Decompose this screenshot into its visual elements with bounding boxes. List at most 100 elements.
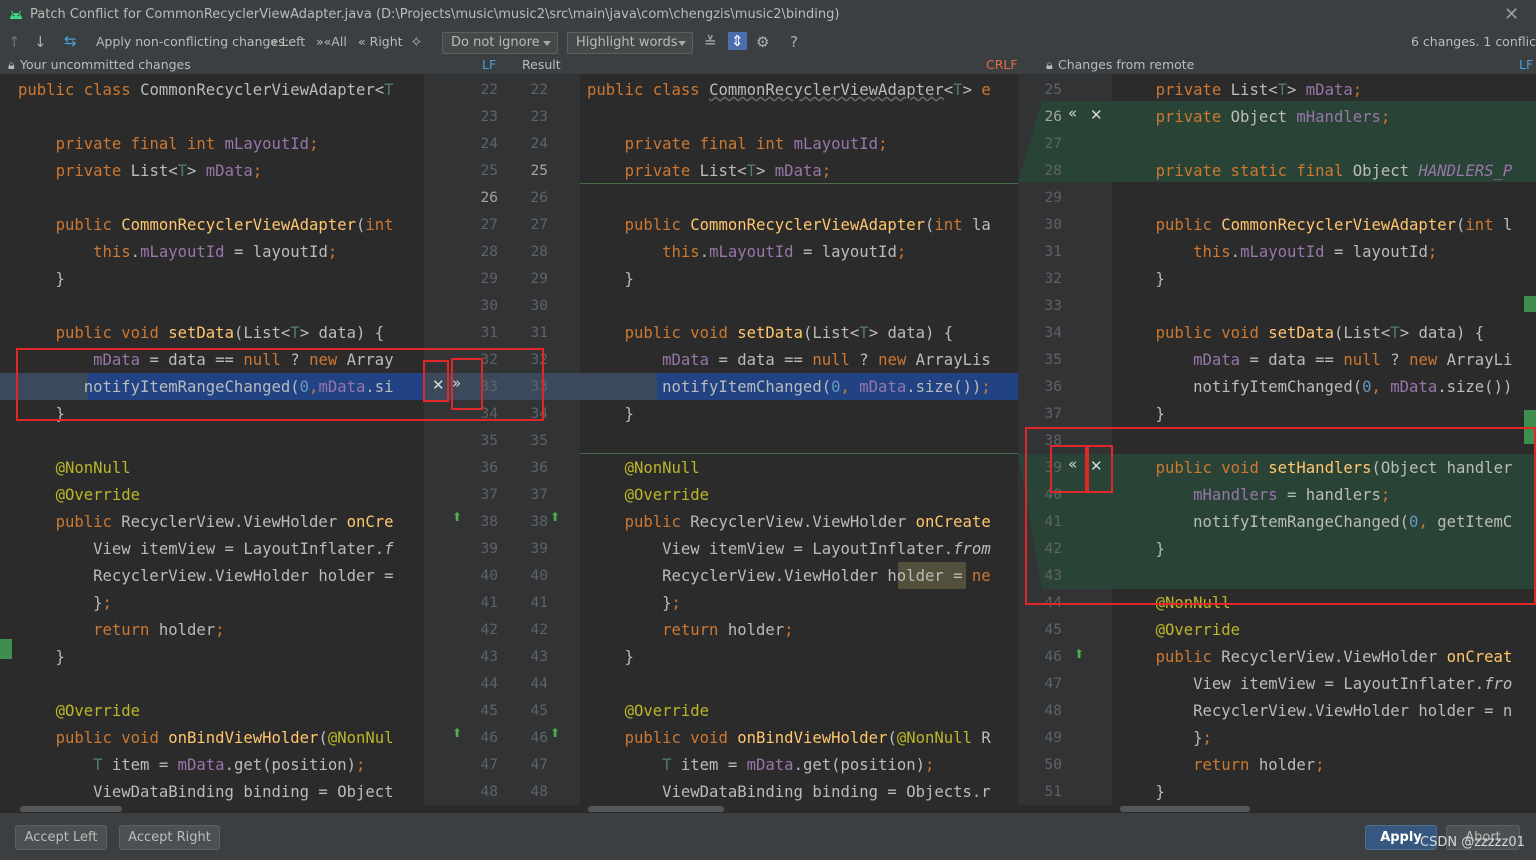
code-line: public RecyclerView.ViewHolder onCreate — [624, 513, 991, 531]
override-marker-icon: ⬆ — [1074, 647, 1085, 661]
code-line: @Override — [624, 486, 710, 504]
code-line: View itemView = LayoutInflater.fro — [1118, 675, 1513, 693]
sync-scroll-icon[interactable]: ⇕ — [728, 32, 747, 50]
code-line: @NonNull — [55, 459, 131, 477]
arrow-up-icon[interactable]: ↑ — [8, 33, 21, 51]
override-marker-icon: ⬆ — [550, 510, 561, 524]
code-line: View itemView = LayoutInflater.from — [587, 540, 991, 558]
code-line: public void setData(List<T> data) { — [624, 324, 954, 342]
line-number: 35 — [480, 433, 498, 449]
code-line: notifyItemRangeChanged(0, getItemC — [1118, 513, 1513, 531]
line-number: 36 — [1044, 379, 1062, 395]
toolbar: ↑ ↓ ⇆ Apply non-conflicting changes: » L… — [0, 30, 1536, 56]
line-number: 46 — [530, 730, 548, 746]
line-number: 29 — [1044, 190, 1062, 206]
line-number: 48 — [530, 784, 548, 800]
changes-status: 6 changes. 1 conflict. — [1411, 34, 1536, 49]
result-pane-title: Result — [522, 57, 561, 72]
right-line-separator[interactable]: LF — [1519, 57, 1533, 72]
line-number: 27 — [530, 217, 548, 233]
code-line: this.mLayoutId = layoutId; — [93, 243, 338, 261]
line-number: 29 — [480, 271, 498, 287]
line-number: 48 — [1044, 703, 1062, 719]
result-editor[interactable]: public class CommonRecyclerViewAdapter<T… — [580, 74, 1018, 813]
ignore-change-icon[interactable]: ✕ — [432, 376, 445, 394]
apply-change-icon[interactable]: » — [452, 374, 461, 392]
line-number: 31 — [480, 325, 498, 341]
code-line: this.mLayoutId = layoutId; — [1193, 243, 1438, 261]
line-number: 49 — [1044, 730, 1062, 746]
line-number: 41 — [480, 595, 498, 611]
code-line: View itemView = LayoutInflater.f — [18, 540, 394, 558]
line-number: 46 — [480, 730, 498, 746]
gear-icon[interactable]: ⚙ — [756, 33, 769, 51]
code-line: @NonNull — [624, 459, 700, 477]
whitespace-combo[interactable]: Do not ignore — [442, 32, 558, 54]
code-line: } — [587, 270, 634, 288]
left-editor[interactable]: public class CommonRecyclerViewAdapter<T… — [0, 74, 424, 813]
code-line: }; — [587, 594, 681, 612]
magic-resolve-icon[interactable]: ⇆ — [64, 32, 77, 50]
line-number: 39 — [530, 541, 548, 557]
line-number: 25 — [530, 163, 548, 179]
accept-right-button[interactable]: Accept Right — [119, 825, 220, 850]
line-number: 42 — [530, 622, 548, 638]
line-number: 27 — [1044, 136, 1062, 152]
left-pane-title: Your uncommitted changes — [20, 57, 191, 72]
line-number: 22 — [480, 82, 498, 98]
override-marker-icon: ⬆ — [550, 726, 561, 740]
right-pane-title: Changes from remote — [1058, 57, 1195, 72]
code-line: private List<T> mData; — [624, 162, 832, 180]
code-line: T item = mData.get(position); — [662, 756, 935, 774]
help-icon[interactable]: ? — [790, 33, 798, 51]
line-number: 31 — [530, 325, 548, 341]
line-number: 26 — [530, 190, 548, 206]
line-number: 41 — [1044, 514, 1062, 530]
apply-left-button[interactable]: » Left — [270, 34, 305, 49]
code-line: } — [18, 270, 65, 288]
collapse-unchanged-icon[interactable]: ≚ — [704, 33, 717, 51]
right-editor[interactable]: private List<T> mData; private Object mH… — [1112, 74, 1536, 813]
ignore-change-icon[interactable]: ✕ — [1090, 106, 1103, 124]
line-number: 36 — [480, 460, 498, 476]
apply-right-button[interactable]: « Right — [358, 34, 403, 49]
apply-all-button[interactable]: »«All — [316, 34, 347, 49]
line-number: 37 — [530, 487, 548, 503]
window-title: Patch Conflict for CommonRecyclerViewAda… — [30, 7, 840, 22]
code-line: RecyclerView.ViewHolder holder = — [18, 567, 394, 585]
line-number: 39 — [1044, 460, 1062, 476]
highlight-combo[interactable]: Highlight words — [567, 32, 693, 54]
line-number: 32 — [530, 352, 548, 368]
line-number: 46 — [1044, 649, 1062, 665]
code-line: return holder; — [93, 621, 225, 639]
line-number: 23 — [480, 109, 498, 125]
line-number: 35 — [1044, 352, 1062, 368]
close-icon[interactable]: ✕ — [1504, 4, 1519, 25]
lock-icon: 🔒︎ — [1046, 57, 1053, 72]
line-number: 43 — [480, 649, 498, 665]
left-line-numbers: 22 23 24 25 26 27 28 29 30 31 32 33 34 3… — [466, 74, 516, 813]
left-line-separator[interactable]: LF — [482, 57, 496, 72]
left-scrollbar-thumb[interactable] — [20, 806, 122, 812]
right-scrollbar-thumb[interactable] — [1120, 806, 1250, 812]
line-number: 30 — [480, 298, 498, 314]
center-scrollbar-thumb[interactable] — [588, 806, 724, 812]
code-line: mHandlers = handlers; — [1193, 486, 1391, 504]
line-number: 26 — [480, 190, 498, 206]
apply-change-icon[interactable]: « — [1068, 455, 1077, 473]
accept-left-button[interactable]: Accept Left — [15, 825, 107, 850]
code-line: notifyItemRangeChanged(0,mData.si — [18, 378, 394, 396]
lock-icon: 🔒︎ — [8, 57, 15, 72]
code-line: private final int mLayoutId; — [624, 135, 888, 153]
line-number: 32 — [480, 352, 498, 368]
line-number: 35 — [530, 433, 548, 449]
line-number: 25 — [480, 163, 498, 179]
result-line-separator[interactable]: CRLF — [986, 57, 1018, 72]
arrow-down-icon[interactable]: ↓ — [34, 33, 47, 51]
code-line: ViewDataBinding binding = Object — [18, 783, 394, 801]
magic-wand-icon[interactable]: ✧ — [410, 33, 423, 51]
code-line: } — [1118, 783, 1165, 801]
code-line: private List<T> mData; — [1155, 81, 1363, 99]
apply-change-icon[interactable]: « — [1068, 104, 1077, 122]
ignore-change-icon[interactable]: ✕ — [1090, 457, 1103, 475]
